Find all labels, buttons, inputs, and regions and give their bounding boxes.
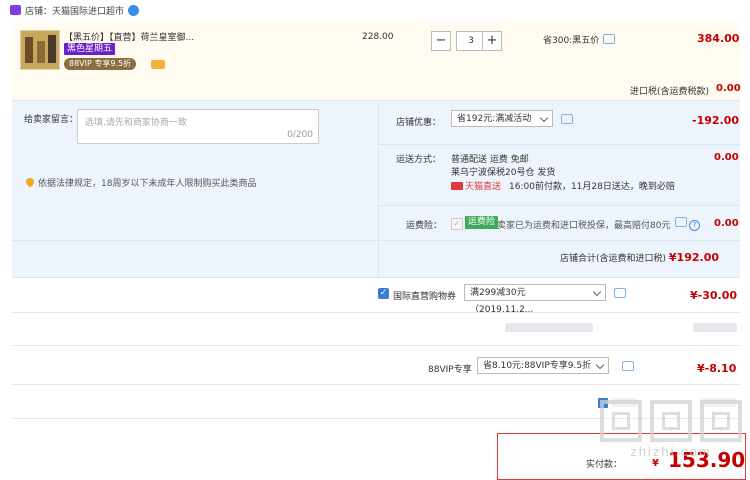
help-icon[interactable]: ?	[689, 220, 700, 231]
coupon-label: 国际直营购物券	[393, 292, 457, 302]
shipping-label: 运送方式：	[396, 155, 442, 165]
insurance-icons: ?	[675, 217, 700, 231]
blurred-content	[693, 323, 737, 332]
store-name[interactable]: 店铺：天猫国际进口超市	[25, 7, 124, 17]
vip-discount-label: 88VIP专享	[428, 365, 472, 375]
row-divider	[12, 312, 740, 313]
section-divider	[12, 240, 740, 241]
coupon-value: ¥-30.00	[690, 289, 738, 302]
store-icon	[10, 5, 21, 15]
store-discount-select[interactable]: 省192元:满减活动	[451, 110, 553, 127]
wangwang-chat-icon[interactable]	[128, 5, 140, 16]
store-header: 店铺：天猫国际进口超市	[10, 4, 140, 20]
vip-discount-select[interactable]: 省8.10元:88VIP专享9.5折	[477, 357, 609, 374]
age-restriction-notice: 依据法律规定，18周岁以下未成年人限制购买此类商品	[24, 176, 257, 189]
insurance-checkbox[interactable]: ✓	[451, 218, 463, 230]
black-friday-badge: 黑色星期五	[64, 43, 116, 55]
location-pin-icon	[24, 176, 36, 188]
vip-discount-tag: 88VIP 专享9.5折	[64, 58, 137, 70]
item-saving-text: 省300:黑五价	[543, 36, 600, 46]
delivery-time-text: 16:00前付款，11月28日送达，晚到必赔	[509, 182, 675, 192]
chevron-down-icon	[592, 287, 602, 297]
seller-message-label: 给卖家留言：	[24, 115, 79, 125]
row-divider	[12, 384, 740, 385]
store-total: 店铺合计(含运费和进口税) ¥192.00	[560, 251, 719, 264]
quantity-minus-button[interactable]: −	[431, 31, 451, 51]
chevron-down-icon	[595, 360, 605, 370]
vip-discount-value: ¥-8.10	[697, 362, 737, 375]
import-tax-value: 0.00	[716, 83, 741, 94]
shipping-warehouse: 莱乌宁波保税20号仓 发货	[451, 168, 556, 178]
tmall-icon	[451, 182, 463, 190]
store-discount-label: 店铺优惠：	[396, 118, 442, 128]
tmall-direct-text: 天猫直送	[465, 182, 502, 192]
blurred-content	[505, 323, 593, 332]
store-discount-selected: 省192元:满减活动	[457, 114, 532, 124]
unit-price: 228.00	[362, 32, 394, 42]
age-restriction-text: 依据法律规定，18周岁以下未成年人限制购买此类商品	[38, 179, 257, 189]
coupon-select[interactable]: 满299减30元（2019.11.2...	[464, 284, 606, 315]
chevron-down-icon	[539, 113, 549, 123]
chat-icon[interactable]	[561, 114, 573, 124]
store-total-label: 店铺合计(含运费和进口税)	[560, 254, 667, 264]
insurance-value: 0.00	[714, 218, 739, 229]
import-tax-label: 进口税(含运费税款)	[630, 87, 710, 97]
product-title[interactable]: 【黑五价】【直营】荷兰皇室御...	[64, 30, 194, 43]
item-subtotal: 384.00	[697, 32, 740, 45]
chat-icon[interactable]	[603, 34, 616, 44]
card-icon	[151, 60, 165, 69]
row-divider	[12, 345, 740, 346]
watermark-text: zhizhi.com	[630, 444, 712, 459]
message-char-count: 0/200	[287, 130, 313, 140]
section-divider	[378, 100, 379, 276]
site-watermark: zhizhi.com	[596, 400, 746, 460]
chat-icon[interactable]	[622, 361, 634, 371]
section-divider	[379, 144, 740, 145]
message-placeholder: 选填,请先和商家协商一致	[85, 118, 187, 128]
shipping-method: 普通配送 运费 免邮	[451, 155, 529, 165]
delivery-promise: 天猫直送 16:00前付款，11月28日送达，晚到必赔	[451, 179, 675, 192]
section-divider	[379, 205, 740, 206]
shipping-value: 0.00	[714, 152, 739, 163]
shipping-insurance-label: 运费险：	[406, 221, 443, 231]
store-discount-value: -192.00	[692, 114, 740, 127]
insurance-badge: 运费险	[465, 216, 499, 229]
store-total-value: ¥192.00	[668, 251, 720, 264]
product-thumbnail[interactable]	[20, 30, 60, 70]
insurance-text: 卖家已为运费和进口税投保，最高赔付80元	[497, 221, 671, 231]
coupon-checkbox[interactable]: ✓	[378, 288, 389, 299]
chat-icon[interactable]	[614, 288, 626, 298]
chat-icon[interactable]	[675, 217, 687, 227]
seller-message-input[interactable]: 选填,请先和商家协商一致 0/200	[77, 109, 319, 144]
coupon-selected: 满299减30元（2019.11.2...	[470, 288, 534, 315]
vip-discount-selected: 省8.10元:88VIP专享9.5折	[483, 361, 592, 371]
item-saving: 省300:黑五价	[543, 33, 616, 46]
quantity-plus-button[interactable]: +	[482, 31, 502, 51]
